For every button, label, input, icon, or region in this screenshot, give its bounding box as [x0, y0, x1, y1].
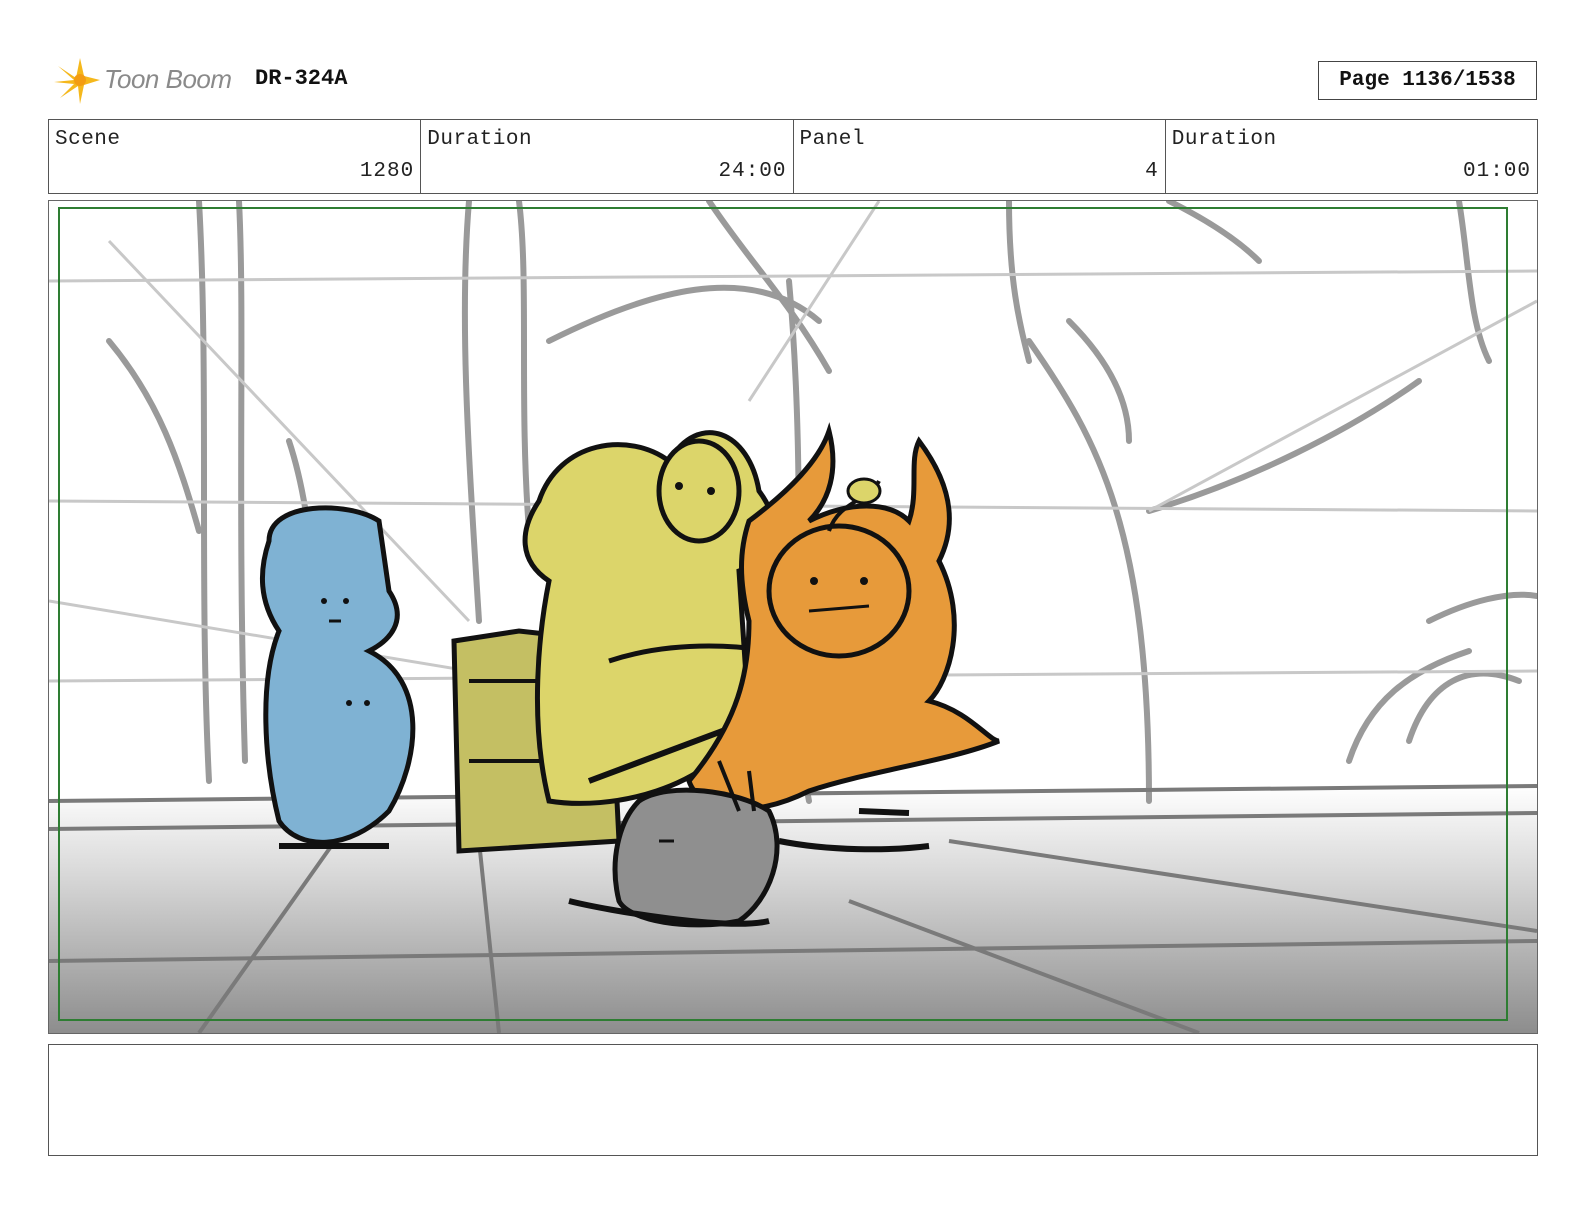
brand-name: Toon Boom	[104, 64, 232, 94]
scene-info-table: Scene 1280 Duration 24:00 Panel 4 Durati…	[48, 119, 1538, 194]
panel-cell: Panel 4	[794, 120, 1166, 193]
scene-cell: Scene 1280	[49, 120, 422, 193]
panel-drawing	[49, 201, 1537, 1033]
scene-label: Scene	[55, 128, 121, 151]
panel-label: Panel	[799, 128, 866, 151]
floor	[49, 786, 1537, 1033]
page-number: Page 1136/1538	[1318, 61, 1537, 100]
dialogue-notes-box	[48, 1044, 1538, 1156]
scene-duration-label: Duration	[427, 128, 533, 151]
panel-duration-cell: Duration 01:00	[1166, 120, 1537, 193]
panel-duration-label: Duration	[1171, 128, 1277, 151]
storyboard-panel	[48, 200, 1538, 1034]
scene-duration-value: 24:00	[718, 160, 787, 183]
panel-duration-value: 01:00	[1462, 160, 1531, 183]
starburst-icon	[54, 58, 100, 104]
toon-boom-logo: Toon Boom	[50, 52, 240, 108]
scene-duration-cell: Duration 24:00	[421, 120, 794, 193]
scene-value: 1280	[359, 160, 415, 183]
panel-value: 4	[1145, 160, 1159, 183]
document-code: DR-324A	[255, 66, 348, 91]
